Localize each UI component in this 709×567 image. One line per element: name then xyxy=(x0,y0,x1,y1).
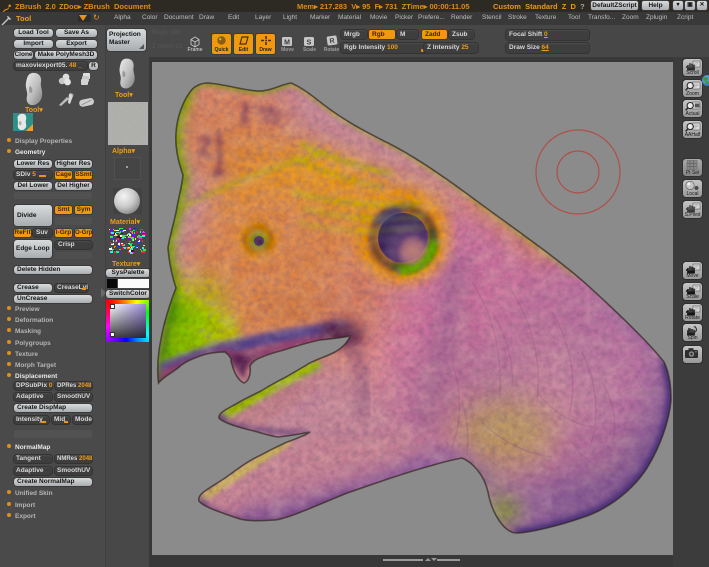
svg-text:S: S xyxy=(307,40,312,47)
svg-text:M: M xyxy=(284,40,290,47)
svg-text:R: R xyxy=(329,38,335,46)
